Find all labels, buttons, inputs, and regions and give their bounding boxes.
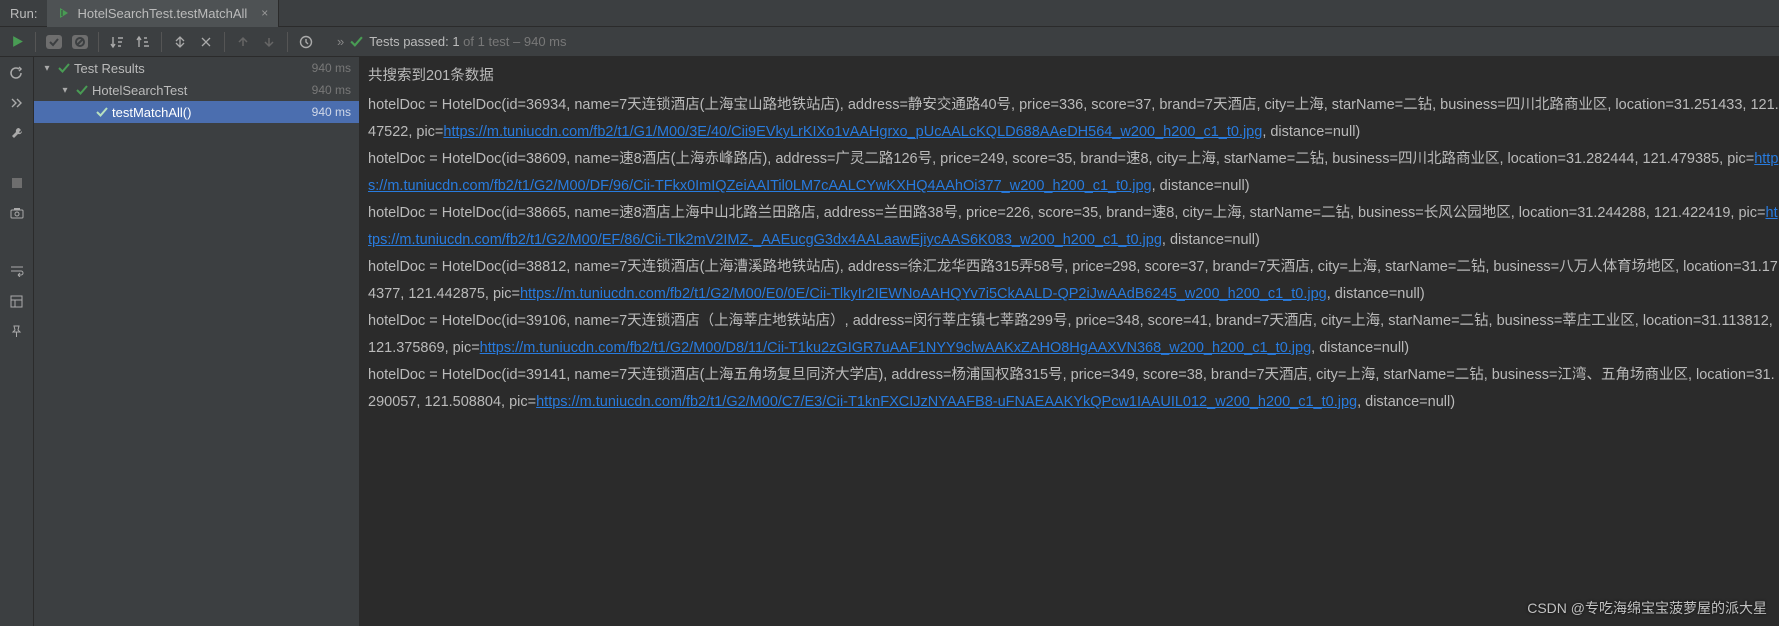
status-suffix: of 1 test – 940 ms bbox=[460, 34, 567, 49]
tab-title: HotelSearchTest.testMatchAll bbox=[77, 6, 247, 21]
check-icon bbox=[350, 35, 363, 48]
run-button[interactable] bbox=[5, 30, 29, 54]
console-line: hotelDoc = HotelDoc(id=38609, name=速8酒店(… bbox=[368, 146, 1779, 200]
wrench-button[interactable] bbox=[7, 123, 27, 143]
tree-time: 940 ms bbox=[312, 83, 351, 97]
console-line: hotelDoc = HotelDoc(id=36934, name=7天连锁酒… bbox=[368, 92, 1779, 146]
chevron-down-icon: ▾ bbox=[40, 63, 54, 74]
import-results-button[interactable] bbox=[294, 30, 318, 54]
tree-label: testMatchAll() bbox=[112, 105, 191, 120]
sort-down-button[interactable] bbox=[105, 30, 129, 54]
tree-label: HotelSearchTest bbox=[92, 83, 187, 98]
console-output[interactable]: 共搜索到201条数据hotelDoc = HotelDoc(id=36934, … bbox=[360, 57, 1779, 626]
chevron-down-icon: ▾ bbox=[58, 85, 72, 96]
tree-time: 940 ms bbox=[312, 61, 351, 75]
expand-all-button[interactable] bbox=[168, 30, 192, 54]
check-icon bbox=[76, 84, 88, 96]
check-icon bbox=[96, 106, 108, 118]
dump-threads-button[interactable] bbox=[7, 203, 27, 223]
tree-node[interactable]: ▾ Test Results 940 ms bbox=[34, 57, 359, 79]
run-label: Run: bbox=[0, 6, 47, 21]
console-link[interactable]: https://m.tuniucdn.com/fb2/t1/G2/M00/E0/… bbox=[520, 286, 1327, 302]
rerun-play-icon bbox=[57, 6, 71, 20]
show-passed-button[interactable] bbox=[42, 30, 66, 54]
console-line: hotelDoc = HotelDoc(id=38812, name=7天连锁酒… bbox=[368, 254, 1779, 308]
console-link[interactable]: https://m.tuniucdn.com/fb2/t1/G2/M00/C7/… bbox=[536, 394, 1357, 410]
collapse-all-button[interactable] bbox=[194, 30, 218, 54]
next-failed-button[interactable] bbox=[257, 30, 281, 54]
soft-wrap-button[interactable] bbox=[7, 261, 27, 281]
test-status: » Tests passed: 1 of 1 test – 940 ms bbox=[337, 34, 567, 49]
toggle-auto-test-button[interactable] bbox=[7, 93, 27, 113]
console-line: hotelDoc = HotelDoc(id=38665, name=速8酒店上… bbox=[368, 200, 1779, 254]
layout-button[interactable] bbox=[7, 291, 27, 311]
stop-button[interactable] bbox=[7, 173, 27, 193]
console-link[interactable]: https://m.tuniucdn.com/fb2/t1/G2/M00/EF/… bbox=[368, 205, 1778, 248]
status-passed: Tests passed: 1 bbox=[369, 34, 459, 49]
close-tab-icon[interactable]: × bbox=[253, 6, 268, 20]
console-link[interactable]: https://m.tuniucdn.com/fb2/t1/G1/M00/3E/… bbox=[443, 124, 1262, 140]
console-link[interactable]: https://m.tuniucdn.com/fb2/t1/G2/M00/DF/… bbox=[368, 151, 1778, 194]
tree-label: Test Results bbox=[74, 61, 145, 76]
check-icon bbox=[58, 62, 70, 74]
test-tree[interactable]: ▾Test Results940 ms▾HotelSearchTest940 m… bbox=[34, 57, 360, 626]
show-ignored-button[interactable] bbox=[68, 30, 92, 54]
tree-time: 940 ms bbox=[312, 105, 351, 119]
rerun-tests-button[interactable] bbox=[7, 63, 27, 83]
sort-up-button[interactable] bbox=[131, 30, 155, 54]
console-line: hotelDoc = HotelDoc(id=39141, name=7天连锁酒… bbox=[368, 362, 1779, 416]
console-link[interactable]: https://m.tuniucdn.com/fb2/t1/G2/M00/D8/… bbox=[480, 340, 1311, 356]
console-summary: 共搜索到201条数据 bbox=[368, 63, 1779, 90]
tree-node[interactable]: testMatchAll() 940 ms bbox=[34, 101, 359, 123]
console-line: hotelDoc = HotelDoc(id=39106, name=7天连锁酒… bbox=[368, 308, 1779, 362]
pin-button[interactable] bbox=[7, 321, 27, 341]
tree-node[interactable]: ▾ HotelSearchTest 940 ms bbox=[34, 79, 359, 101]
prev-failed-button[interactable] bbox=[231, 30, 255, 54]
run-tab[interactable]: HotelSearchTest.testMatchAll × bbox=[47, 0, 279, 27]
